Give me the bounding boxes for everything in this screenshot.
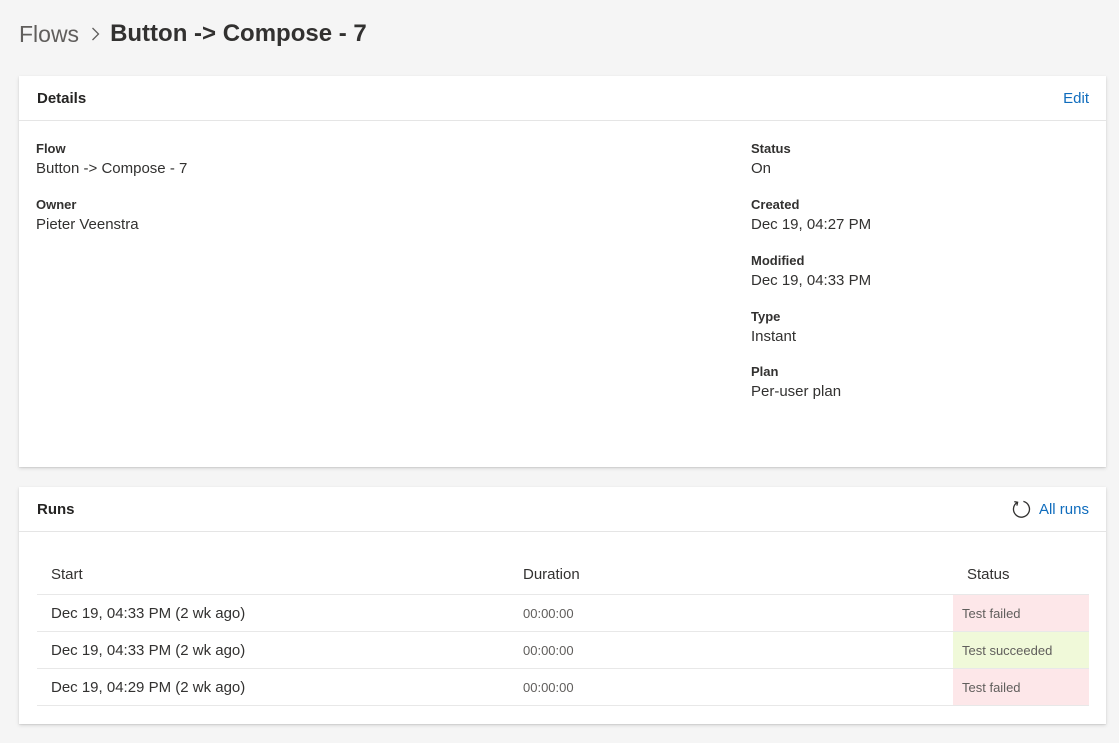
- edit-button[interactable]: Edit: [1063, 90, 1089, 107]
- page-title: Button -> Compose - 7: [110, 20, 367, 47]
- column-header-start[interactable]: Start: [37, 566, 509, 583]
- run-duration: 00:00:00: [523, 642, 574, 658]
- type-label: Type: [751, 309, 781, 324]
- breadcrumb: Flows Button -> Compose - 7: [19, 18, 367, 50]
- created-value: Dec 19, 04:27 PM: [751, 216, 872, 233]
- runs-card: Runs All runs Start Duration Status Dec …: [19, 487, 1106, 724]
- modified-label: Modified: [751, 253, 805, 268]
- created-label: Created: [751, 197, 800, 212]
- run-start: Dec 19, 04:29 PM (2 wk ago): [51, 678, 246, 696]
- run-status-badge: Test failed: [953, 595, 1089, 631]
- refresh-icon: [1011, 499, 1031, 519]
- table-row[interactable]: Dec 19, 04:33 PM (2 wk ago) 00:00:00 Tes…: [37, 632, 1089, 669]
- all-runs-button[interactable]: All runs: [1011, 499, 1089, 519]
- flow-value: Button -> Compose - 7: [36, 160, 188, 177]
- modified-field: Modified Dec 19, 04:33 PM: [751, 252, 871, 291]
- run-start: Dec 19, 04:33 PM (2 wk ago): [51, 604, 246, 622]
- run-duration: 00:00:00: [523, 605, 574, 621]
- flow-label: Flow: [36, 141, 66, 156]
- details-title: Details: [37, 89, 87, 107]
- run-duration: 00:00:00: [523, 679, 574, 695]
- column-header-status[interactable]: Status: [953, 566, 1089, 583]
- runs-title: Runs: [37, 500, 75, 518]
- all-runs-label: All runs: [1038, 500, 1089, 518]
- breadcrumb-flows-link[interactable]: Flows: [19, 21, 79, 48]
- flow-field: Flow Button -> Compose - 7: [36, 140, 187, 179]
- table-row[interactable]: Dec 19, 04:29 PM (2 wk ago) 00:00:00 Tes…: [37, 669, 1089, 706]
- run-status-badge: Test succeeded: [953, 632, 1089, 668]
- table-row[interactable]: Dec 19, 04:33 PM (2 wk ago) 00:00:00 Tes…: [37, 595, 1089, 632]
- details-card: Details Edit Flow Button -> Compose - 7 …: [19, 76, 1106, 467]
- status-value: On: [751, 160, 772, 177]
- plan-value: Per-user plan: [751, 383, 842, 400]
- column-header-duration[interactable]: Duration: [509, 566, 953, 583]
- created-field: Created Dec 19, 04:27 PM: [751, 196, 871, 235]
- runs-header: Runs All runs: [19, 487, 1106, 532]
- owner-value: Pieter Veenstra: [36, 216, 139, 233]
- chevron-right-icon: [91, 27, 100, 41]
- type-field: Type Instant: [751, 308, 796, 347]
- runs-table: Start Duration Status Dec 19, 04:33 PM (…: [37, 555, 1089, 706]
- status-field: Status On: [751, 140, 791, 179]
- details-header: Details Edit: [19, 76, 1106, 121]
- table-header: Start Duration Status: [37, 555, 1089, 595]
- owner-field: Owner Pieter Veenstra: [36, 196, 139, 235]
- owner-label: Owner: [36, 197, 77, 212]
- plan-label: Plan: [751, 364, 779, 379]
- modified-value: Dec 19, 04:33 PM: [751, 272, 872, 289]
- plan-field: Plan Per-user plan: [751, 363, 841, 402]
- status-label: Status: [751, 141, 791, 156]
- run-status-badge: Test failed: [953, 669, 1089, 705]
- type-value: Instant: [751, 328, 797, 345]
- run-start: Dec 19, 04:33 PM (2 wk ago): [51, 641, 246, 659]
